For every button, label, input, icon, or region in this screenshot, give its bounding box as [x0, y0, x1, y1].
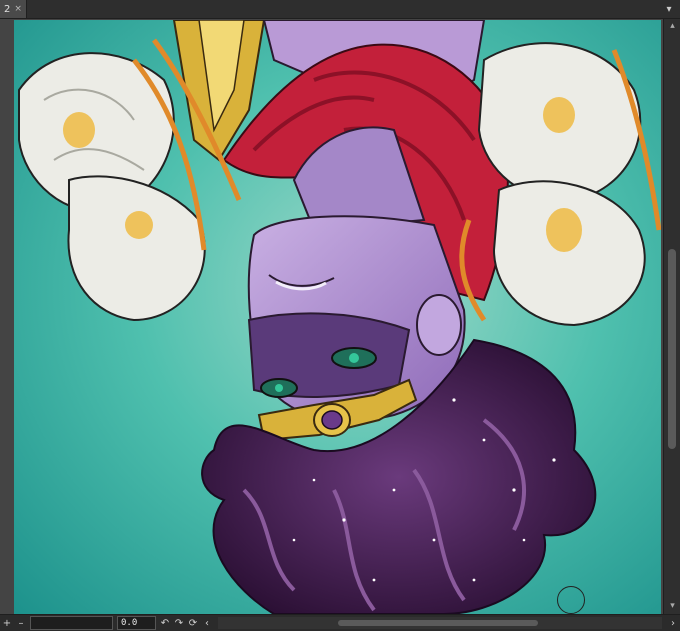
zoom-in-button[interactable]: + — [0, 616, 14, 630]
status-bar: + – 0.0 ↶ ↷ ⟳ ‹ › — [0, 614, 680, 631]
zoom-field[interactable] — [30, 616, 113, 630]
zoom-out-button[interactable]: – — [14, 616, 28, 630]
document-tab-label: 2 — [4, 3, 11, 15]
vertical-scroll-thumb[interactable] — [668, 249, 676, 449]
canvas-area[interactable] — [0, 19, 663, 614]
artwork-canvas[interactable] — [14, 20, 661, 614]
document-tab[interactable]: 2 × — [0, 0, 27, 18]
vertical-scrollbar[interactable]: ▴ ▾ — [663, 19, 680, 614]
brush-cursor — [557, 586, 585, 614]
tab-menu-chevron-icon[interactable]: ▾ — [662, 2, 676, 16]
horizontal-scrollbar[interactable] — [218, 617, 662, 629]
rotate-left-icon[interactable]: ↶ — [158, 616, 172, 630]
angle-field[interactable]: 0.0 — [117, 616, 156, 630]
close-tab-icon[interactable]: × — [14, 4, 22, 14]
horizontal-scroll-thumb[interactable] — [338, 620, 538, 626]
scroll-left-icon[interactable]: ‹ — [200, 616, 214, 630]
ear-shape — [416, 294, 462, 356]
scroll-right-icon[interactable]: › — [666, 616, 680, 630]
document-tab-bar: 2 × ▾ — [0, 0, 680, 19]
scroll-up-icon[interactable]: ▴ — [667, 21, 678, 32]
scroll-down-icon[interactable]: ▾ — [667, 601, 678, 612]
artwork-illustration — [14, 20, 661, 614]
reset-rotation-icon[interactable]: ⟳ — [186, 616, 200, 630]
rotate-right-icon[interactable]: ↷ — [172, 616, 186, 630]
